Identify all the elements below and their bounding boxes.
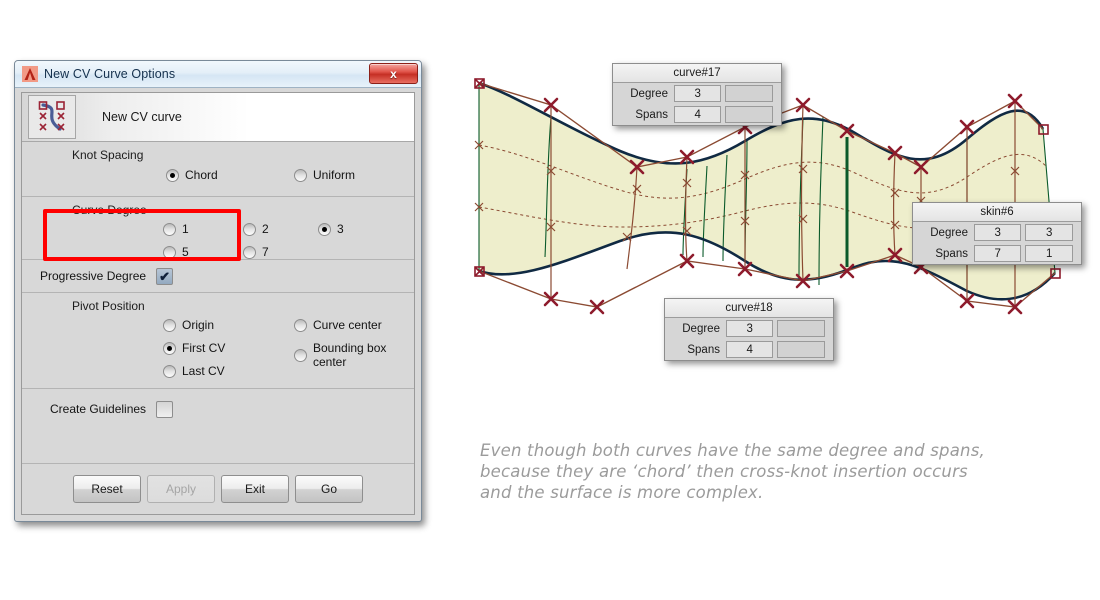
close-button[interactable]: x xyxy=(369,63,418,84)
radio-indicator xyxy=(294,169,307,182)
info-panel-curve18[interactable]: curve#18 Degree 3 Spans 4 xyxy=(664,298,834,361)
radio-label: 3 xyxy=(337,222,344,236)
panel-row-label: Degree xyxy=(917,227,974,239)
panel-row-label: Spans xyxy=(617,109,674,121)
caption-text: Even though both curves have the same de… xyxy=(480,440,1050,503)
dialog-banner: New CV curve xyxy=(22,93,414,142)
radio-knot-chord[interactable]: Chord xyxy=(166,168,218,182)
panel-title: curve#18 xyxy=(665,299,833,318)
reset-button[interactable]: Reset xyxy=(73,475,141,503)
autodesk-triangle-icon xyxy=(22,66,38,82)
progressive-degree-label: Progressive Degree xyxy=(40,269,146,283)
radio-knot-uniform[interactable]: Uniform xyxy=(294,168,355,182)
radio-degree-7[interactable]: 7 xyxy=(243,245,269,259)
panel-title: curve#17 xyxy=(613,64,781,83)
radio-label: Last CV xyxy=(182,364,225,378)
panel-field-v[interactable]: 3 xyxy=(1025,224,1073,241)
radio-indicator xyxy=(163,342,176,355)
panel-field-v[interactable]: 1 xyxy=(1025,245,1073,262)
radio-label: Curve center xyxy=(313,318,382,332)
dialog-body: New CV curve Knot Spacing Chord Uniform … xyxy=(21,92,415,515)
pivot-position-title: Pivot Position xyxy=(22,293,414,315)
panel-row: Degree 3 xyxy=(665,318,833,339)
panel-field-v[interactable] xyxy=(725,85,773,102)
knot-spacing-group: Knot Spacing Chord Uniform xyxy=(22,142,414,197)
panel-field-u[interactable]: 4 xyxy=(726,341,774,358)
panel-field-u[interactable]: 7 xyxy=(974,245,1022,262)
panel-field-v[interactable] xyxy=(725,106,773,123)
create-guidelines-label: Create Guidelines xyxy=(50,401,146,418)
go-button[interactable]: Go xyxy=(295,475,363,503)
caption-line-3: and the surface is more complex. xyxy=(480,482,1050,503)
radio-indicator xyxy=(163,223,176,236)
radio-label: 1 xyxy=(182,222,189,236)
apply-button[interactable]: Apply xyxy=(147,475,215,503)
create-guidelines-group: Create Guidelines ✔ xyxy=(22,389,414,463)
close-icon: x xyxy=(390,67,397,81)
panel-row: Degree 3 xyxy=(613,83,781,104)
panel-field-u[interactable]: 3 xyxy=(726,320,774,337)
radio-indicator xyxy=(163,365,176,378)
panel-field-u[interactable]: 3 xyxy=(974,224,1022,241)
radio-degree-5[interactable]: 5 xyxy=(163,245,189,259)
radio-label: 7 xyxy=(262,245,269,259)
radio-label: 2 xyxy=(262,222,269,236)
panel-field-v[interactable] xyxy=(777,341,825,358)
radio-indicator xyxy=(318,223,331,236)
radio-indicator xyxy=(163,246,176,259)
radio-pivot-bounding-box-center[interactable]: Bounding box center xyxy=(294,341,414,369)
radio-label: Chord xyxy=(185,168,218,182)
radio-label: 5 xyxy=(182,245,189,259)
dialog-title: New CV Curve Options xyxy=(44,67,175,81)
curve-degree-group: Curve Degree 1 2 3 5 7 xyxy=(22,197,414,260)
radio-pivot-last-cv[interactable]: Last CV xyxy=(163,364,225,378)
radio-pivot-origin[interactable]: Origin xyxy=(163,318,214,332)
radio-indicator xyxy=(163,319,176,332)
panel-row: Spans 4 xyxy=(665,339,833,360)
info-panel-skin6[interactable]: skin#6 Degree 3 3 Spans 7 1 xyxy=(912,202,1082,265)
banner-label: New CV curve xyxy=(102,110,182,124)
pivot-position-group: Pivot Position Origin First CV Last CV C… xyxy=(22,293,414,389)
panel-title: skin#6 xyxy=(913,203,1081,222)
panel-row: Spans 7 1 xyxy=(913,243,1081,264)
panel-row-label: Degree xyxy=(617,88,674,100)
radio-indicator xyxy=(166,169,179,182)
radio-label: Origin xyxy=(182,318,214,332)
radio-degree-3[interactable]: 3 xyxy=(318,222,344,236)
panel-row-label: Degree xyxy=(669,323,726,335)
panel-row: Spans 4 xyxy=(613,104,781,125)
panel-row-label: Spans xyxy=(917,248,974,260)
dialog-titlebar[interactable]: New CV Curve Options x xyxy=(15,61,421,88)
info-panel-curve17[interactable]: curve#17 Degree 3 Spans 4 xyxy=(612,63,782,126)
radio-indicator xyxy=(294,319,307,332)
caption-line-1: Even though both curves have the same de… xyxy=(480,440,1050,461)
knot-spacing-title: Knot Spacing xyxy=(22,142,414,164)
radio-indicator xyxy=(243,246,256,259)
radio-indicator xyxy=(294,349,307,362)
panel-field-u[interactable]: 4 xyxy=(674,106,722,123)
progressive-degree-group: Progressive Degree ✔ xyxy=(22,260,414,293)
panel-row-label: Spans xyxy=(669,344,726,356)
radio-pivot-first-cv[interactable]: First CV xyxy=(163,341,225,355)
exit-button[interactable]: Exit xyxy=(221,475,289,503)
panel-field-u[interactable]: 3 xyxy=(674,85,722,102)
radio-label: First CV xyxy=(182,341,225,355)
radio-indicator xyxy=(243,223,256,236)
create-guidelines-checkbox[interactable]: ✔ xyxy=(156,401,173,418)
caption-line-2: because they are ‘chord’ then cross-knot… xyxy=(480,461,1050,482)
radio-pivot-curve-center[interactable]: Curve center xyxy=(294,318,382,332)
radio-degree-1[interactable]: 1 xyxy=(163,222,189,236)
panel-field-v[interactable] xyxy=(777,320,825,337)
radio-label: Bounding box center xyxy=(313,341,414,369)
curve-degree-title: Curve Degree xyxy=(22,197,414,219)
panel-row: Degree 3 3 xyxy=(913,222,1081,243)
radio-label: Uniform xyxy=(313,168,355,182)
new-cv-curve-options-dialog: New CV Curve Options x New xyxy=(14,60,422,522)
progressive-degree-checkbox[interactable]: ✔ xyxy=(156,268,173,285)
radio-degree-2[interactable]: 2 xyxy=(243,222,269,236)
dialog-button-bar: Reset Apply Exit Go xyxy=(22,463,414,514)
cv-curve-icon xyxy=(28,95,76,139)
